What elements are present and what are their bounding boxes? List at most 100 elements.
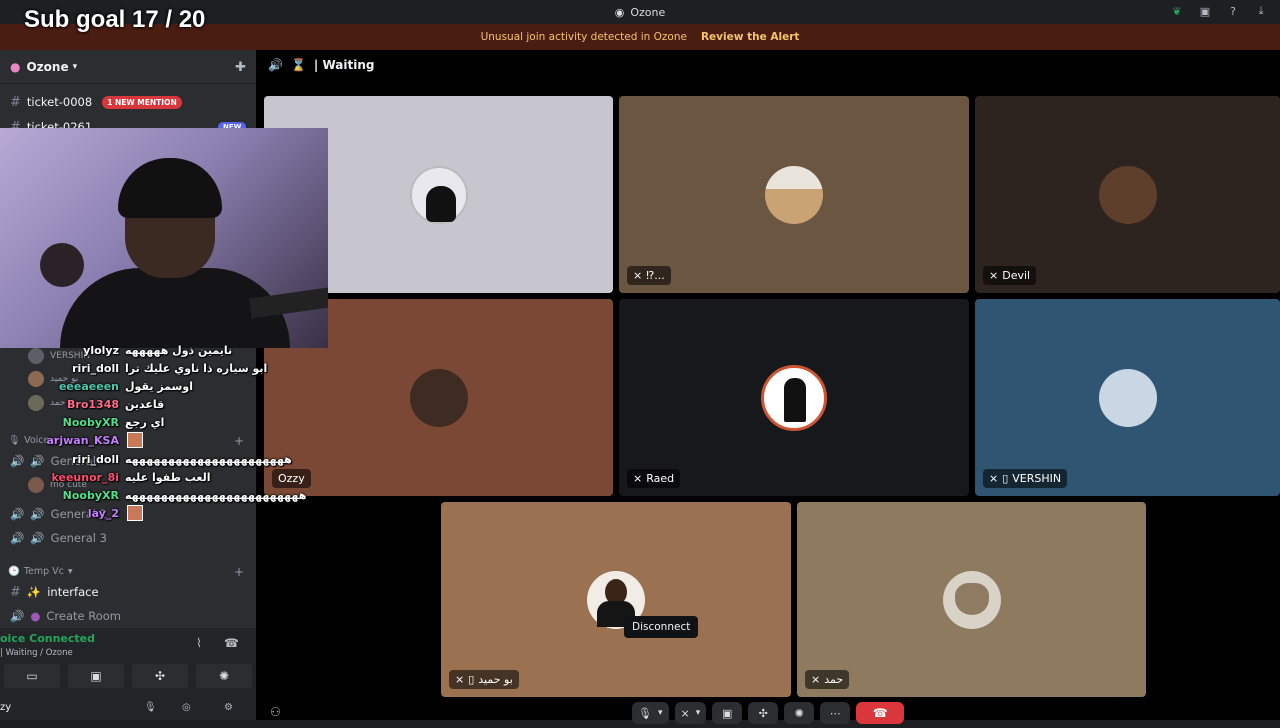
webcam-person-hair bbox=[118, 158, 222, 218]
server-icon: ◉ bbox=[614, 5, 625, 19]
leaf-icon[interactable]: ❦ bbox=[1170, 4, 1184, 18]
mic-icon[interactable]: 🎙 bbox=[144, 702, 157, 713]
video-tile[interactable]: ⨯ Devil bbox=[975, 96, 1280, 293]
disconnect-button[interactable]: ☎ bbox=[856, 702, 905, 724]
chat-username: riri_doll bbox=[72, 452, 119, 466]
chat-username: riri_doll bbox=[72, 361, 119, 375]
category-temp-vc[interactable]: 🕒 Temp Vc ▾ + bbox=[8, 565, 244, 579]
add-channel-icon[interactable]: + bbox=[234, 434, 244, 448]
stage-header: 🔊 ⌛ | Waiting bbox=[268, 58, 374, 72]
screen-share-icon: ▣ bbox=[90, 669, 102, 683]
chat-username: ylolyz bbox=[83, 343, 119, 357]
mention-badge: 1 NEW MENTION bbox=[102, 95, 182, 109]
chevron-down-icon: ▾ bbox=[72, 61, 78, 72]
chat-message: Bro1348 قاعدين bbox=[0, 395, 164, 413]
voice-stage: 🔊 ⌛ | Waiting ⨯★ ⨯‎⁉... ⨯Devil Ozzy ⨯Rae… bbox=[256, 50, 1280, 720]
add-person-icon[interactable]: ⚇ bbox=[270, 705, 281, 719]
server-avatar-icon: ● bbox=[10, 59, 21, 74]
add-channel-icon[interactable]: + bbox=[234, 565, 244, 579]
channel-ticket-0008[interactable]: # ticket-0008 1 NEW MENTION bbox=[0, 91, 182, 113]
room-icon: ● bbox=[30, 609, 41, 623]
chat-username: eeeaeeen bbox=[58, 379, 119, 393]
hangup-icon: ☎ bbox=[872, 706, 888, 720]
avatar bbox=[761, 364, 827, 431]
chat-message: lay_2 bbox=[0, 504, 143, 522]
chat-username: lay_2 bbox=[87, 506, 119, 520]
chat-text: نايمين ذول هههههه bbox=[125, 343, 233, 357]
chat-message: keeunor_8i العب طفوا عليه bbox=[0, 468, 210, 486]
server-name: Ozone bbox=[26, 59, 69, 74]
deafen-icon: ⨯ bbox=[633, 472, 643, 485]
help-icon[interactable]: ? bbox=[1226, 4, 1240, 18]
deafen-icon: ⨯ bbox=[680, 706, 690, 720]
chat-message: ylolyz نايمين ذول هههههه bbox=[0, 341, 232, 359]
channel-name: ticket-0008 bbox=[26, 95, 93, 109]
user-panel: zy 🎙 ◎ ⚙ bbox=[0, 702, 256, 720]
emote-icon bbox=[127, 505, 143, 521]
camera-button[interactable]: ▭ bbox=[4, 664, 60, 688]
activities-button[interactable]: ✣ bbox=[132, 664, 188, 688]
chat-username: Bro1348 bbox=[67, 397, 119, 411]
chat-username: NoobyXR bbox=[62, 415, 119, 429]
inbox-icon[interactable]: ▣ bbox=[1198, 4, 1212, 18]
video-tile[interactable]: ⨯ ▯ VERSHIN bbox=[975, 299, 1280, 496]
avatar bbox=[942, 570, 1001, 629]
add-member-icon[interactable]: ✚ bbox=[235, 60, 246, 75]
chat-text: اي رجع bbox=[125, 415, 165, 429]
download-icon[interactable]: ⤓ bbox=[1254, 4, 1268, 18]
chat-message: NoobyXR اي رجع bbox=[0, 413, 165, 431]
webcam-object bbox=[40, 243, 84, 287]
signal-icon[interactable]: ⌇ bbox=[196, 636, 202, 650]
deafen-icon: ⨯ bbox=[633, 269, 643, 282]
review-alert-link[interactable]: Review the Alert bbox=[701, 31, 799, 43]
avatar bbox=[409, 165, 468, 224]
channel-name: Create Room bbox=[46, 609, 121, 623]
chat-text: اوسمز يقول bbox=[125, 379, 193, 393]
video-tile[interactable]: ⨯ Raed bbox=[619, 299, 969, 496]
chat-message: riri_doll ابو سياره ذا ناوي عليك ترا bbox=[0, 359, 267, 377]
channel-name: General 3 bbox=[50, 531, 107, 545]
disconnect-tooltip: Disconnect bbox=[624, 616, 699, 638]
mic-icon: 🎙 bbox=[638, 706, 652, 720]
share-screen-button[interactable]: ▣ bbox=[712, 702, 743, 724]
video-tile[interactable]: ⨯ ▯ بو حميد bbox=[441, 502, 791, 697]
soundboard-button[interactable]: ✺ bbox=[784, 702, 815, 724]
chevron-down-icon: ▾ bbox=[695, 708, 701, 718]
screen-share-button[interactable]: ▣ bbox=[68, 664, 124, 688]
channel-interface[interactable]: # ✨ interface bbox=[0, 581, 99, 603]
activities-icon: ✣ bbox=[154, 669, 166, 683]
soundboard-icon: ✺ bbox=[794, 706, 804, 720]
channel-create-room[interactable]: 🔊 ● Create Room bbox=[0, 605, 121, 627]
deafen-button[interactable]: ⨯ ▾ bbox=[674, 702, 707, 724]
chevron-down-icon: ▾ bbox=[657, 708, 663, 718]
participant-tag: ⨯ ▯ VERSHIN bbox=[983, 469, 1068, 488]
chat-username: arjwan_KSA bbox=[46, 433, 120, 447]
chat-username: keeunor_8i bbox=[51, 470, 119, 484]
speaker-icon: 🔊 bbox=[10, 531, 25, 545]
hash-icon: # bbox=[10, 94, 21, 110]
deafen-icon: ⨯ bbox=[455, 673, 465, 686]
microphone-button[interactable]: 🎙 ▾ bbox=[632, 702, 669, 724]
disconnect-icon[interactable]: ☎ bbox=[224, 636, 239, 650]
voice-channel-path: | Waiting / Ozone bbox=[0, 648, 73, 658]
chat-text: ابو سياره ذا ناوي عليك ترا bbox=[125, 361, 268, 375]
phone-icon: ▯ bbox=[1002, 472, 1009, 485]
chat-text: ههههههههههههههههههههههه bbox=[125, 452, 292, 466]
speaker-icon: 🔊 bbox=[268, 58, 283, 72]
more-button[interactable]: ⋯ bbox=[820, 702, 851, 724]
video-tile[interactable]: ⨯ حمد bbox=[797, 502, 1146, 697]
hourglass-icon: ⌛ bbox=[290, 58, 306, 72]
category-label: Temp Vc bbox=[23, 566, 64, 577]
server-header[interactable]: ● Ozone ▾ ✚ bbox=[0, 50, 256, 84]
gear-icon[interactable]: ⚙ bbox=[224, 702, 233, 713]
participant-tag: ⨯ ‎⁉... bbox=[627, 266, 671, 285]
channel-general-3[interactable]: 🔊 🔊 General 3 bbox=[0, 527, 107, 549]
username: zy bbox=[0, 702, 12, 713]
chat-message: arjwan_KSA bbox=[0, 431, 143, 449]
participant-tag: ⨯ Devil bbox=[983, 266, 1037, 285]
activities-button[interactable]: ✣ bbox=[748, 702, 779, 724]
video-tile[interactable]: ⨯ ‎⁉... bbox=[619, 96, 969, 293]
headset-icon[interactable]: ◎ bbox=[182, 702, 191, 713]
soundboard-button[interactable]: ✺ bbox=[196, 664, 252, 688]
window-title: Ozone bbox=[630, 5, 666, 19]
